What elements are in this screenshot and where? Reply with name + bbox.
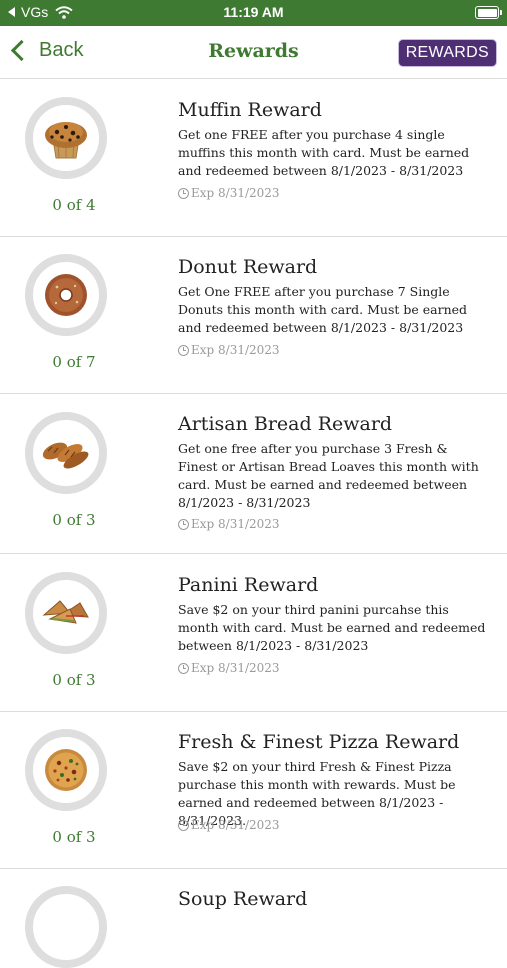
expiry-date: Exp 8/31/2023 <box>191 517 280 531</box>
status-bar: VGs 11:19 AM <box>0 0 507 26</box>
reward-row-soup[interactable]: Soup Reward <box>0 869 507 968</box>
reward-title: Panini Reward <box>178 574 319 596</box>
reward-description: Save $2 on your third panini purcahse th… <box>178 602 486 653</box>
reward-row-pizza[interactable]: 0 of 3 Fresh & Finest Pizza Reward Save … <box>0 712 507 869</box>
clock-icon <box>178 187 189 199</box>
reward-description: Get one FREE after you purchase 4 single… <box>178 127 470 178</box>
progress-count: 0 of 7 <box>52 353 96 371</box>
reward-title: Muffin Reward <box>178 99 322 121</box>
expiry-date: Exp 8/31/2023 <box>191 343 280 357</box>
reward-title: Fresh & Finest Pizza Reward <box>178 731 460 753</box>
reward-expiry: Exp 8/31/2023 <box>178 343 280 357</box>
muffin-icon <box>45 122 87 159</box>
reward-title: Soup Reward <box>178 888 308 910</box>
reward-row-donut[interactable]: 0 of 7 Donut Reward Get One FREE after y… <box>0 237 507 394</box>
progress-ring <box>25 572 107 654</box>
clock-icon <box>178 662 189 674</box>
reward-expiry: Exp 8/31/2023 <box>178 517 280 531</box>
progress-count: 0 of 3 <box>52 828 96 846</box>
reward-row-panini[interactable]: 0 of 3 Panini Reward Save $2 on your thi… <box>0 554 507 712</box>
navigation-bar: Back Rewards REWARDS <box>0 26 507 79</box>
expiry-date: Exp 8/31/2023 <box>191 661 280 675</box>
clock-icon <box>178 819 189 831</box>
reward-description: Get One FREE after you purchase 7 Single… <box>178 284 468 335</box>
reward-expiry: Exp 8/31/2023 <box>178 661 280 675</box>
reward-row-muffin[interactable]: 0 of 4 Muffin Reward Get one FREE after … <box>0 79 507 237</box>
reward-expiry: Exp 8/31/2023 <box>178 186 280 200</box>
expiry-date: Exp 8/31/2023 <box>191 186 280 200</box>
progress-ring <box>25 97 107 179</box>
progress-count: 0 of 3 <box>52 511 96 529</box>
reward-row-artisan-bread[interactable]: 0 of 3 Artisan Bread Reward Get one free… <box>0 394 507 554</box>
status-time: 11:19 AM <box>223 4 284 20</box>
progress-count: 0 of 3 <box>52 671 96 689</box>
clock-icon <box>178 344 189 356</box>
pizza-icon <box>45 749 87 791</box>
progress-count: 0 of 4 <box>52 196 96 214</box>
panini-icon <box>42 600 89 624</box>
reward-expiry: Exp 8/31/2023 <box>178 818 280 832</box>
rewards-button[interactable]: REWARDS <box>397 39 497 67</box>
reward-title: Artisan Bread Reward <box>178 413 393 435</box>
progress-ring <box>25 886 107 968</box>
progress-ring <box>25 254 107 336</box>
reward-title: Donut Reward <box>178 256 318 278</box>
progress-ring <box>25 412 107 494</box>
battery-icon <box>475 6 502 19</box>
bread-icon <box>42 442 89 469</box>
progress-ring <box>25 729 107 811</box>
expiry-date: Exp 8/31/2023 <box>191 818 280 832</box>
clock-icon <box>178 518 189 530</box>
donut-icon <box>45 274 87 316</box>
reward-description: Get one free after you purchase 3 Fresh … <box>178 441 479 510</box>
